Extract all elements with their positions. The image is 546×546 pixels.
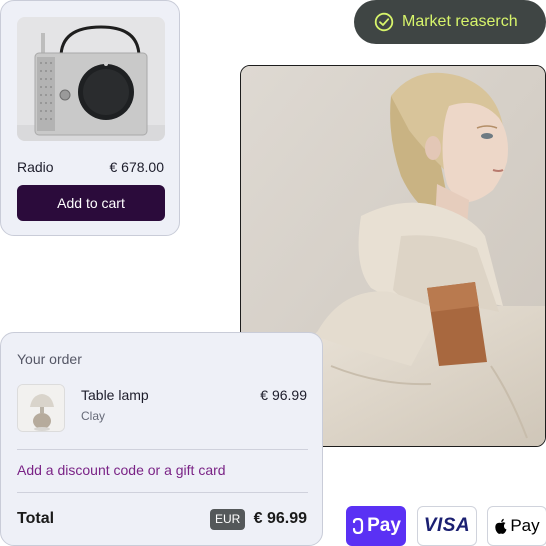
- product-name: Radio: [17, 159, 54, 175]
- currency-badge: EUR: [210, 509, 246, 530]
- total-amount: € 96.99: [253, 510, 307, 527]
- product-price: € 678.00: [109, 159, 165, 175]
- shop-pay-button[interactable]: Pay: [346, 506, 406, 546]
- radio-product-image[interactable]: [17, 17, 165, 141]
- item-variant: Clay: [81, 409, 106, 423]
- order-summary-card: Your order Table lamp Clay € 96.99 Add a…: [0, 332, 323, 546]
- apple-logo-icon: [495, 518, 507, 534]
- market-research-chip[interactable]: Market reaserch: [354, 0, 546, 44]
- total-label: Total: [17, 510, 55, 527]
- apple-pay-button[interactable]: Pay: [487, 506, 546, 546]
- shop-pay-logo-icon: [352, 518, 364, 534]
- shop-pay-label: Pay: [367, 515, 401, 536]
- visa-button[interactable]: VISA: [417, 506, 477, 546]
- order-title: Your order: [17, 351, 82, 367]
- visa-label: VISA: [423, 515, 471, 536]
- table-lamp-thumbnail: [17, 384, 65, 432]
- check-circle-icon: [374, 12, 394, 32]
- chip-label: Market reaserch: [402, 13, 518, 30]
- apple-pay-label: Pay: [510, 516, 540, 535]
- add-to-cart-button[interactable]: Add to cart: [17, 185, 165, 221]
- divider: [17, 492, 308, 493]
- divider: [17, 449, 308, 450]
- item-price: € 96.99: [260, 387, 307, 403]
- product-card: Radio € 678.00 Add to cart: [0, 0, 180, 236]
- item-name: Table lamp: [81, 387, 149, 403]
- discount-code-link[interactable]: Add a discount code or a gift card: [17, 462, 226, 478]
